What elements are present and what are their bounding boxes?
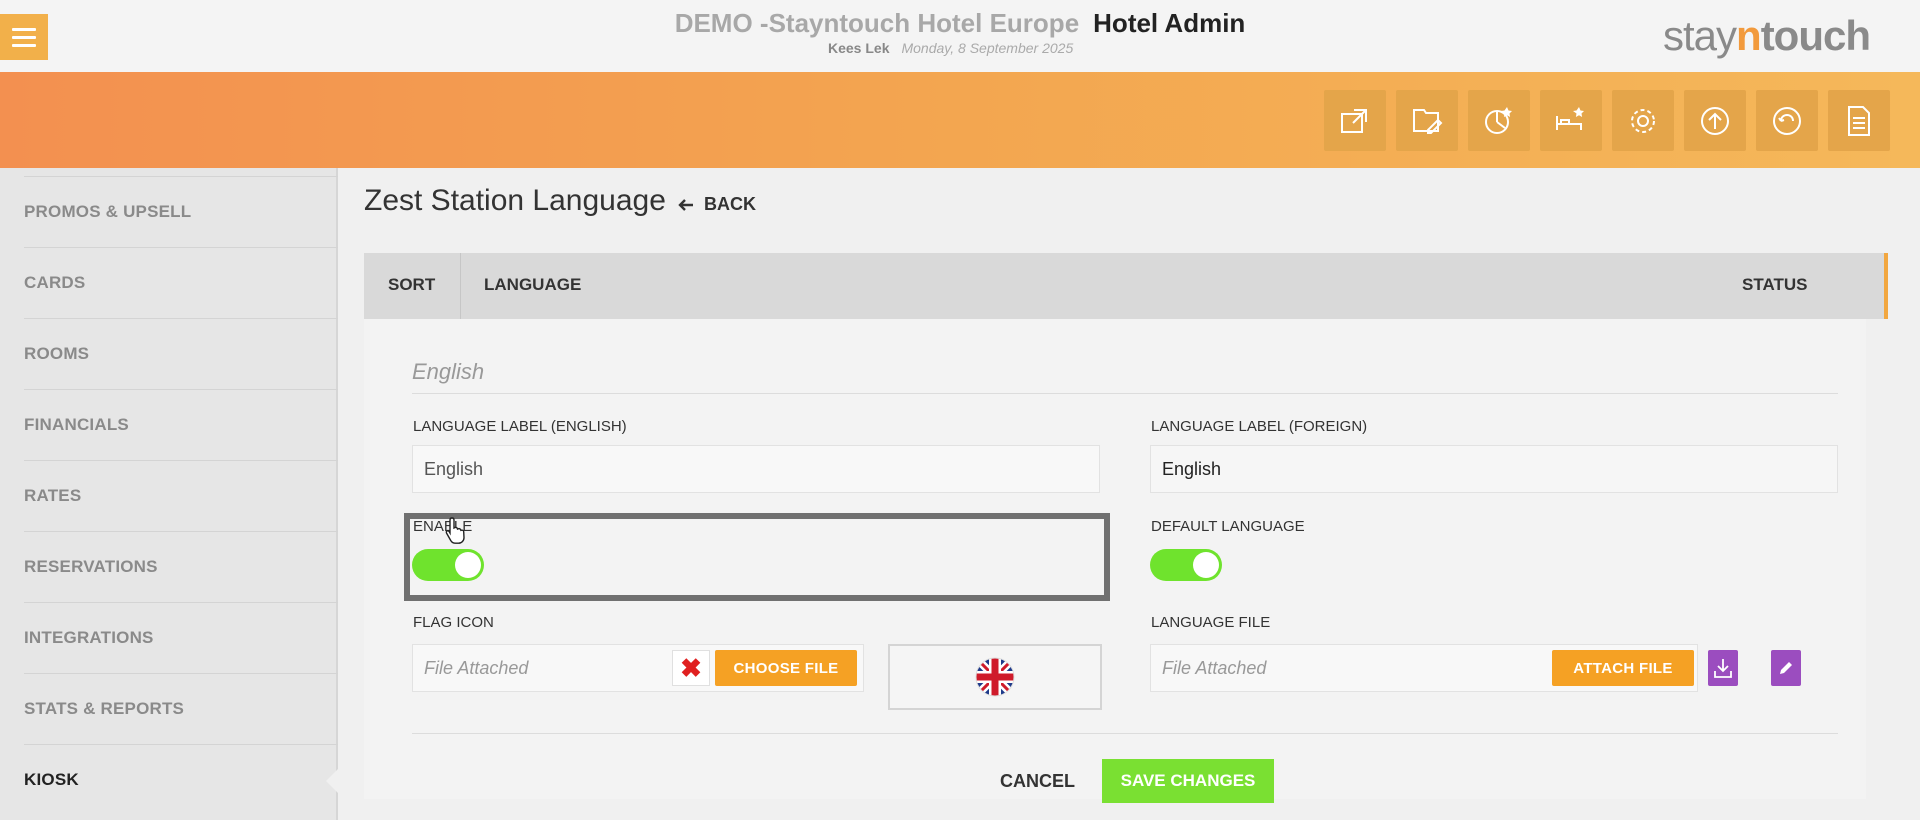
save-changes-button[interactable]: SAVE CHANGES [1102, 759, 1274, 803]
sidebar-item-promos-upsell[interactable]: PROMOS & UPSELL [24, 176, 338, 247]
edit-folder-icon [1413, 108, 1443, 134]
gear-icon [1631, 108, 1655, 133]
remove-flag-button[interactable]: ✖ [672, 650, 710, 686]
sidebar-item-financials[interactable]: FINANCIALS [24, 389, 338, 460]
download-button[interactable] [1708, 650, 1738, 686]
arrow-left-icon [678, 198, 693, 211]
close-icon: ✖ [680, 652, 702, 683]
divider [412, 393, 1838, 394]
divider [412, 733, 1838, 734]
back-arrow-icon [1773, 106, 1801, 135]
pencil-icon [1780, 662, 1792, 674]
flag-preview [888, 644, 1102, 710]
page-title: Zest Station Language [364, 184, 666, 217]
document-icon [1848, 105, 1870, 136]
language-edit-panel: English LANGUAGE LABEL (ENGLISH) English… [364, 319, 1866, 803]
flag-icon-title: FLAG ICON [413, 614, 494, 631]
language-label-foreign-title: LANGUAGE LABEL (FOREIGN) [1151, 418, 1368, 435]
stayntouch-logo: stayntouch [1663, 12, 1871, 59]
language-file-title: LANGUAGE FILE [1151, 614, 1271, 631]
sidebar-item-kiosk[interactable]: KIOSK [24, 744, 340, 815]
current-date: Monday, 8 September 2025 [901, 40, 1074, 56]
chart-star-button[interactable] [1468, 90, 1530, 151]
sidebar-item-rates[interactable]: RATES [24, 460, 338, 531]
external-link-button[interactable] [1324, 90, 1386, 151]
edit-folder-button[interactable] [1396, 90, 1458, 151]
toolbar-band [0, 72, 1920, 168]
choose-file-button[interactable]: CHOOSE FILE [715, 650, 857, 686]
attach-file-button[interactable]: ATTACH FILE [1552, 650, 1694, 686]
language-label-foreign-input[interactable]: English [1150, 445, 1838, 493]
language-label-english-input[interactable]: English [412, 445, 1100, 493]
column-status[interactable]: STATUS [1742, 275, 1807, 295]
hand-cursor-icon [445, 517, 465, 544]
sidebar: PROMOS & UPSELL CARDS ROOMS FINANCIALS R… [0, 168, 340, 820]
bed-star-icon [1556, 106, 1584, 130]
bed-star-button[interactable] [1540, 90, 1602, 151]
back-button[interactable]: BACK [678, 194, 756, 215]
focus-highlight-box [404, 513, 1110, 601]
language-label-english-title: LANGUAGE LABEL (ENGLISH) [413, 418, 627, 435]
sidebar-item-cards[interactable]: CARDS [24, 247, 338, 318]
upload-button[interactable] [1684, 90, 1746, 151]
table-header: SORT LANGUAGE STATUS [364, 253, 1888, 319]
edit-file-button[interactable] [1771, 650, 1801, 686]
language-name: English [412, 359, 485, 384]
sidebar-item-integrations[interactable]: INTEGRATIONS [24, 602, 338, 673]
download-icon [1714, 659, 1732, 678]
header-title: DEMO -Stayntouch Hotel Europe Hotel Admin [0, 8, 1920, 39]
column-sort[interactable]: SORT [388, 275, 435, 295]
external-link-icon [1341, 108, 1367, 133]
sidebar-item-reservations[interactable]: RESERVATIONS [24, 531, 338, 602]
back-arrow-button[interactable] [1756, 90, 1818, 151]
settings-button[interactable] [1612, 90, 1674, 151]
default-language-toggle[interactable] [1150, 549, 1222, 581]
active-indicator [326, 767, 340, 795]
enable-toggle[interactable] [412, 549, 484, 581]
chart-star-icon [1485, 106, 1512, 134]
user-name: Kees Lek [828, 40, 890, 56]
uk-flag-icon [975, 657, 1015, 697]
document-button[interactable] [1828, 90, 1890, 151]
sidebar-item-rooms[interactable]: ROOMS [24, 318, 338, 389]
default-language-title: DEFAULT LANGUAGE [1151, 518, 1305, 535]
top-bar: DEMO -Stayntouch Hotel Europe Hotel Admin… [0, 0, 1920, 72]
column-language[interactable]: LANGUAGE [484, 275, 581, 295]
app-name: Hotel Admin [1093, 8, 1246, 38]
sidebar-item-stats-reports[interactable]: STATS & REPORTS [24, 673, 338, 744]
hotel-name: DEMO -Stayntouch Hotel Europe [674, 8, 1080, 38]
upload-icon [1701, 106, 1729, 135]
cancel-button[interactable]: CANCEL [1000, 771, 1075, 792]
header-subtitle: Kees Lek Monday, 8 September 2025 [828, 40, 1073, 56]
